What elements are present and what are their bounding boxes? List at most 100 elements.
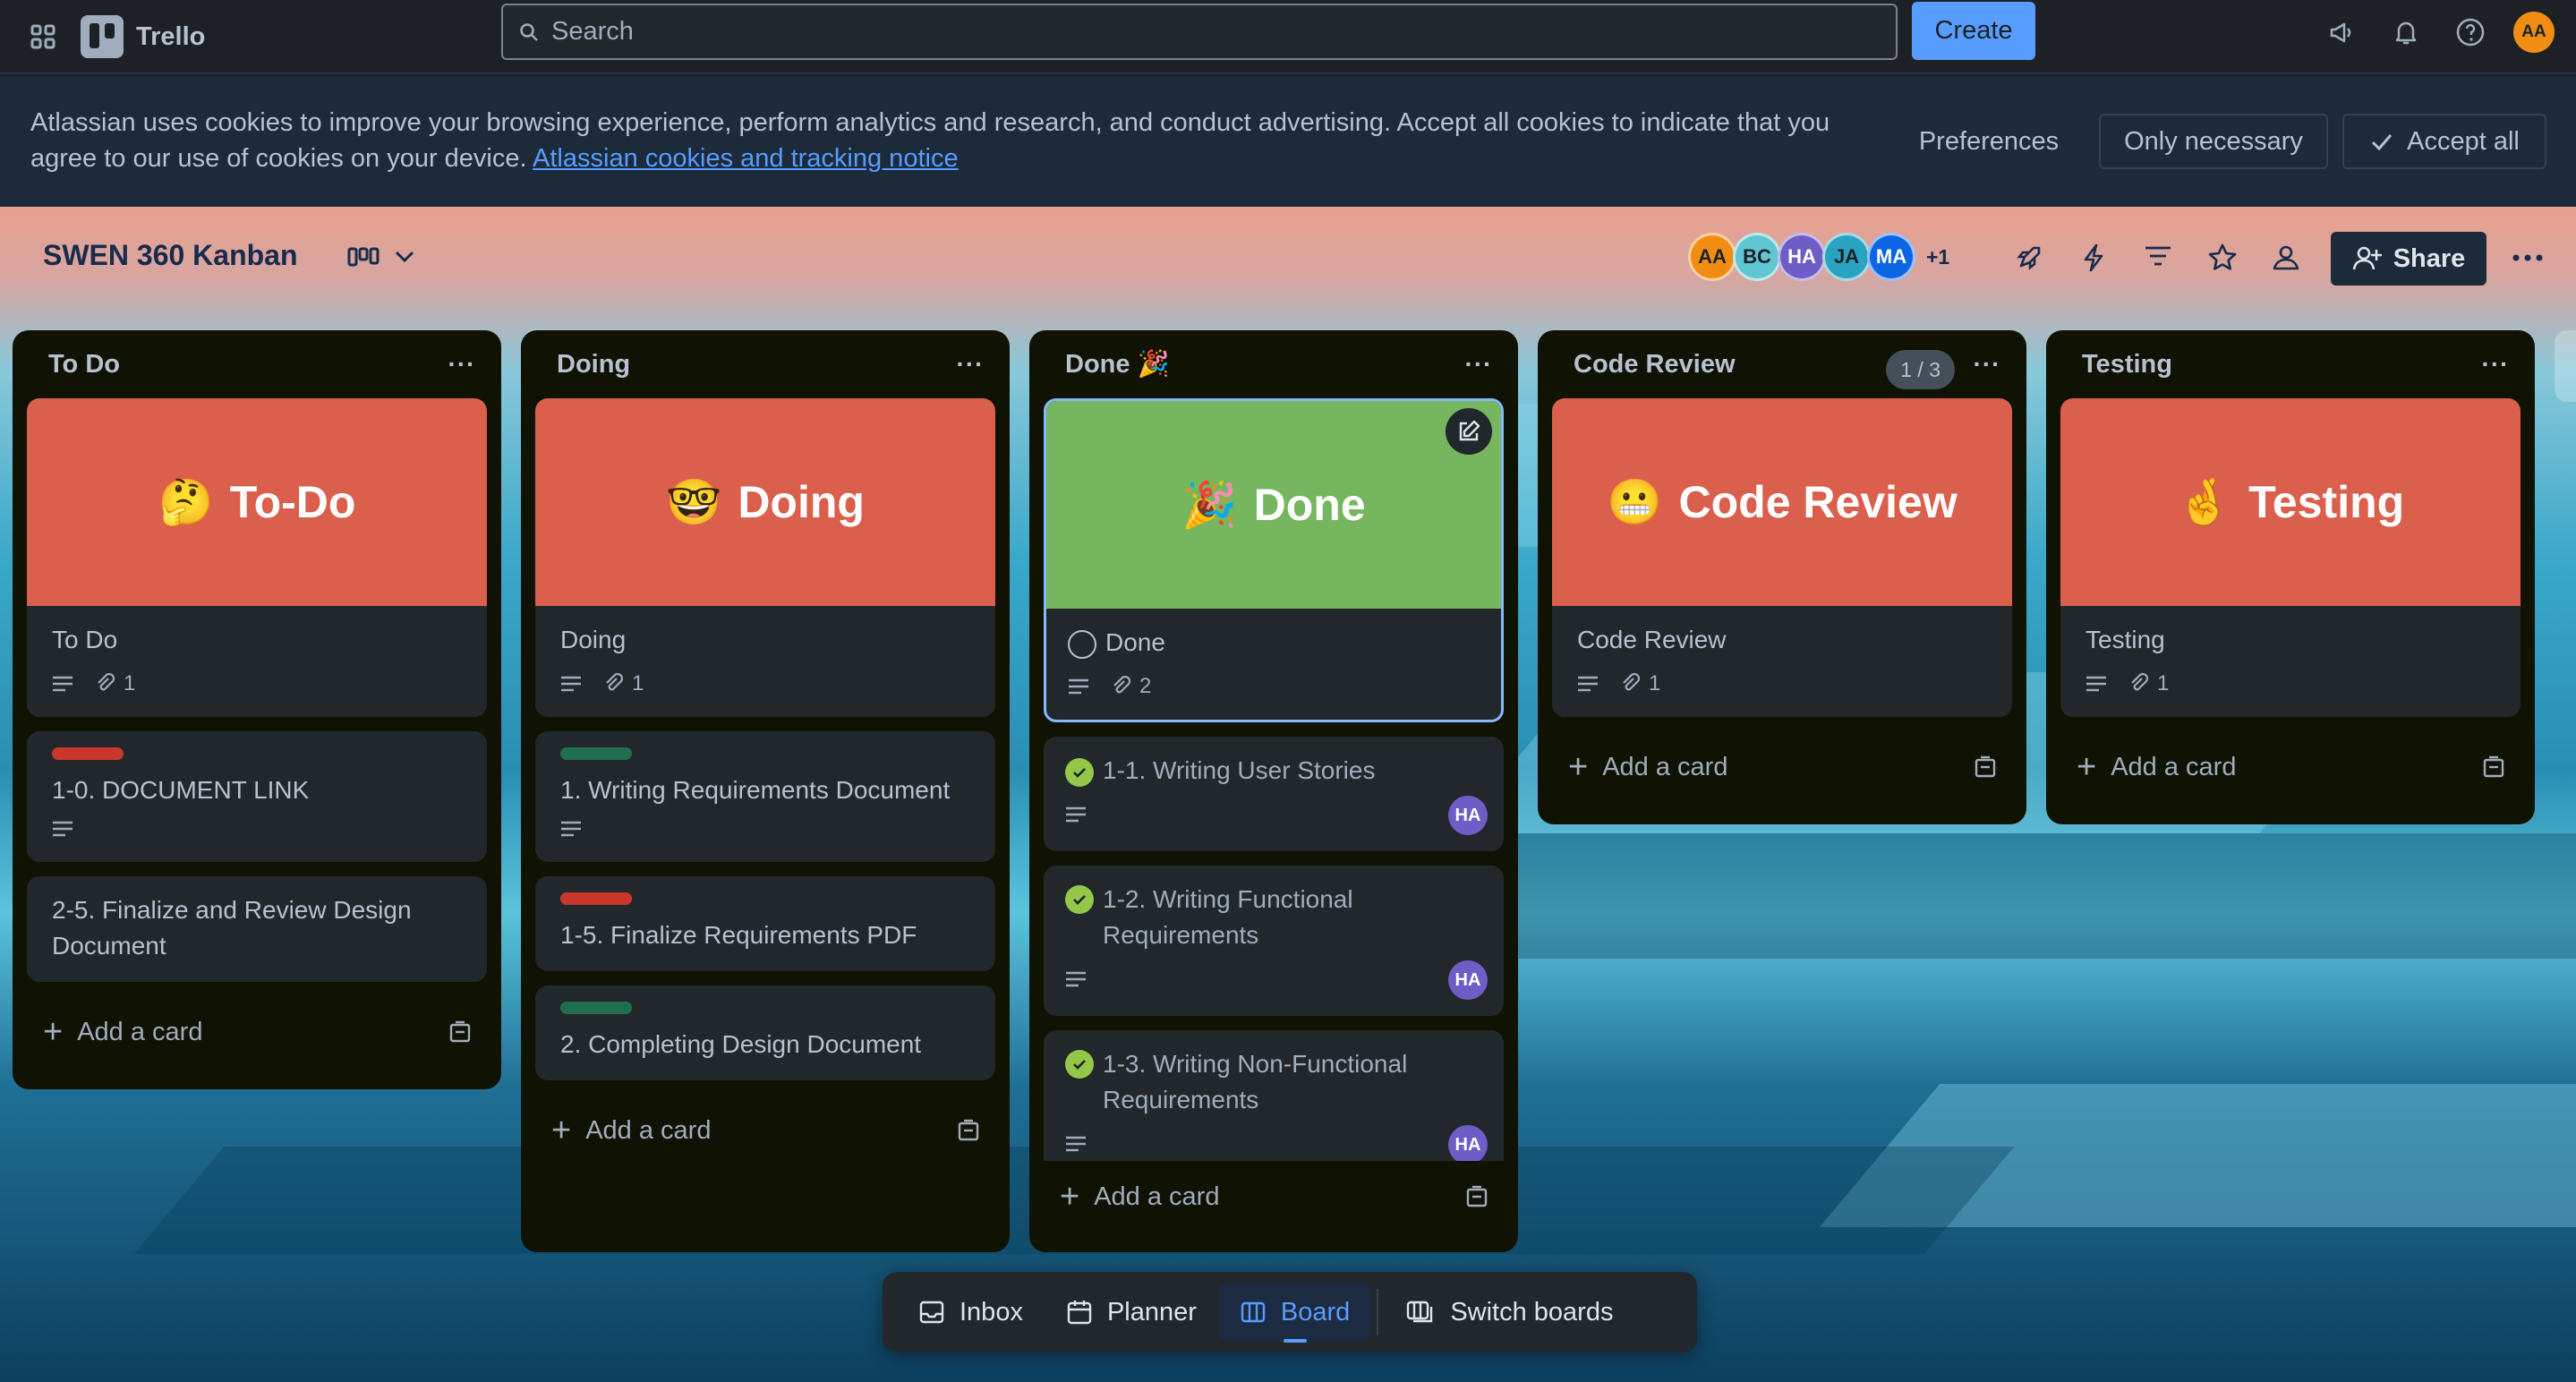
more-members-count[interactable]: +1 xyxy=(1926,245,1949,269)
board-tab[interactable]: Board xyxy=(1217,1284,1372,1343)
planner-tab[interactable]: Planner xyxy=(1045,1284,1218,1341)
list-menu-more-icon[interactable]: ··· xyxy=(1971,348,2003,380)
list-menu-more-icon[interactable]: ··· xyxy=(1463,348,1495,380)
list-card[interactable]: 1-5. Finalize Requirements PDF xyxy=(535,876,995,971)
member-avatar[interactable]: HA xyxy=(1448,960,1488,1000)
list-title[interactable]: To Do xyxy=(48,350,120,380)
background-stripe xyxy=(1379,833,2576,959)
filter-icon[interactable] xyxy=(2143,243,2173,269)
only-necessary-button[interactable]: Only necessary xyxy=(2099,114,2328,169)
complete-checkbox-circle[interactable] xyxy=(1068,629,1096,659)
automation-lightning-icon[interactable] xyxy=(2080,243,2107,273)
list-card[interactable]: 1-1. Writing User Stories HA xyxy=(1044,737,1504,851)
list-header[interactable]: Doing ··· xyxy=(521,330,1010,398)
add-card-label: Add a card xyxy=(1094,1182,1220,1211)
member-avatar[interactable]: HA xyxy=(1778,233,1826,281)
visibility-team-icon[interactable] xyxy=(2270,243,2302,273)
add-card-button[interactable]: + Add a card xyxy=(1029,1161,1518,1233)
attachment-icon xyxy=(606,673,624,691)
completed-check-icon[interactable] xyxy=(1065,1050,1094,1079)
list-header[interactable]: Done 🎉 ··· xyxy=(1029,330,1518,398)
cover-card[interactable]: 🤞 Testing Testing 1 xyxy=(2060,398,2521,717)
help-icon[interactable] xyxy=(2452,14,2488,50)
card-title: 1-3. Writing Non-Functional Requirements xyxy=(1103,1050,1408,1113)
card-title: Code Review xyxy=(1577,626,1727,653)
green-label[interactable] xyxy=(560,1002,632,1014)
list-card[interactable]: 1. Writing Requirements Document xyxy=(535,731,995,862)
cover-card[interactable]: 🤔 To-Do To Do 1 xyxy=(27,398,487,717)
bottom-navigation: Inbox Planner Board Switch boards xyxy=(883,1272,1697,1352)
card-template-icon[interactable] xyxy=(2481,755,2506,780)
list-menu-more-icon[interactable]: ··· xyxy=(2479,348,2512,380)
search-input[interactable] xyxy=(551,17,1804,47)
add-another-list-button[interactable] xyxy=(2555,330,2576,402)
add-card-button[interactable]: + Add a card xyxy=(1538,731,2026,803)
card-cover: 🤓 Doing xyxy=(535,398,995,606)
red-label[interactable] xyxy=(560,892,632,905)
member-avatar[interactable]: HA xyxy=(1448,796,1488,835)
add-card-button[interactable]: + Add a card xyxy=(521,1095,1010,1166)
list-header[interactable]: Code Review 1 / 3 ··· xyxy=(1538,330,2026,398)
trello-logo-icon[interactable] xyxy=(81,15,124,58)
cookie-notice-link[interactable]: Atlassian cookies and tracking notice xyxy=(533,144,959,173)
chevron-down-icon[interactable] xyxy=(394,250,415,264)
megaphone-icon[interactable] xyxy=(2324,14,2359,50)
list-title[interactable]: Done 🎉 xyxy=(1065,349,1170,380)
add-card-button[interactable]: + Add a card xyxy=(13,996,501,1068)
star-icon[interactable] xyxy=(2207,243,2238,273)
card-title: To Do xyxy=(52,626,118,653)
app-name[interactable]: Trello xyxy=(136,22,205,52)
member-avatar[interactable]: BC xyxy=(1733,233,1781,281)
member-avatar[interactable]: MA xyxy=(1867,233,1915,281)
board-view-icon[interactable] xyxy=(347,246,380,268)
card-title: 2. Completing Design Document xyxy=(560,1030,922,1058)
edit-card-pencil-icon[interactable] xyxy=(1446,408,1492,455)
cover-card[interactable]: 🤓 Doing Doing 1 xyxy=(535,398,995,717)
list-card[interactable]: 1-3. Writing Non-Functional Requirements… xyxy=(1044,1030,1504,1161)
cover-card-focused[interactable]: 🎉 Done Done 2 xyxy=(1044,398,1504,722)
add-card-button[interactable]: + Add a card xyxy=(2046,731,2535,803)
cookie-preferences-button[interactable]: Preferences xyxy=(1898,114,2080,169)
notifications-bell-icon[interactable] xyxy=(2388,14,2424,50)
app-switcher-icon[interactable] xyxy=(27,21,59,53)
member-avatar[interactable]: HA xyxy=(1448,1125,1488,1161)
list-scroll-area[interactable]: 1-1. Writing User Stories HA 1-2. Writin… xyxy=(1029,737,1518,1161)
accept-all-button[interactable]: Accept all xyxy=(2342,114,2546,169)
share-button[interactable]: Share xyxy=(2331,232,2486,286)
list-card[interactable]: 2-5. Finalize and Review Design Document xyxy=(27,876,487,982)
board-menu-more-icon[interactable] xyxy=(2512,253,2544,262)
search-bar[interactable] xyxy=(501,4,1898,60)
create-button[interactable]: Create xyxy=(1912,2,2035,60)
completed-check-icon[interactable] xyxy=(1065,757,1094,787)
completed-check-icon[interactable] xyxy=(1065,885,1094,914)
cover-text: Testing xyxy=(2248,477,2405,527)
rocket-icon[interactable] xyxy=(2014,243,2044,273)
list-card[interactable]: 2. Completing Design Document xyxy=(535,985,995,1080)
list-title[interactable]: Code Review xyxy=(1574,350,1736,380)
switch-boards-tab[interactable]: Switch boards xyxy=(1384,1284,1634,1341)
board-title[interactable]: SWEN 360 Kanban xyxy=(43,239,298,272)
green-label[interactable] xyxy=(560,747,632,760)
list-card[interactable]: 1-2. Writing Functional Requirements HA xyxy=(1044,866,1504,1016)
attachment-icon xyxy=(1113,676,1131,694)
card-template-icon[interactable] xyxy=(956,1118,981,1143)
list-card[interactable]: 1-0. DOCUMENT LINK xyxy=(27,731,487,862)
list-title[interactable]: Testing xyxy=(2082,350,2172,380)
card-template-icon[interactable] xyxy=(1464,1184,1489,1209)
list-header[interactable]: Testing ··· xyxy=(2046,330,2535,398)
inbox-tab[interactable]: Inbox xyxy=(897,1284,1045,1341)
card-template-icon[interactable] xyxy=(1973,755,1998,780)
member-avatar[interactable]: AA xyxy=(1688,233,1736,281)
member-avatar[interactable]: JA xyxy=(1822,233,1871,281)
description-icon xyxy=(53,821,73,837)
list-menu-more-icon[interactable]: ··· xyxy=(446,348,478,380)
board-members[interactable]: AA BC HA JA MA +1 xyxy=(1688,232,1949,282)
list-header[interactable]: To Do ··· xyxy=(13,330,501,398)
cover-card[interactable]: 😬 Code Review Code Review 1 xyxy=(1552,398,2012,717)
account-avatar[interactable]: AA xyxy=(2513,12,2555,53)
red-label[interactable] xyxy=(52,747,124,760)
description-icon xyxy=(1066,971,1086,987)
list-menu-more-icon[interactable]: ··· xyxy=(954,348,986,380)
list-title[interactable]: Doing xyxy=(557,350,630,380)
card-template-icon[interactable] xyxy=(448,1019,473,1045)
